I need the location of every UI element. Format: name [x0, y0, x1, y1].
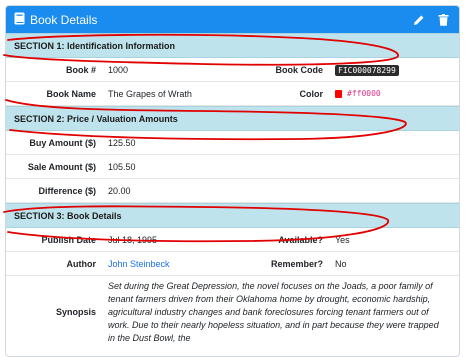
- row-sale-amount: Sale Amount ($) 105.50: [6, 155, 459, 179]
- row-book-number: Book # 1000 Book Code FIC000078299: [6, 58, 459, 82]
- row-publish-date: Publish Date Jul 18, 1995 Available? Yes: [6, 228, 459, 252]
- row-difference: Difference ($) 20.00: [6, 179, 459, 203]
- difference-value: 20.00: [108, 185, 131, 196]
- difference-label: Difference ($): [38, 185, 96, 196]
- book-icon: [14, 12, 25, 27]
- sale-amount-label: Sale Amount ($): [27, 161, 96, 172]
- author-link[interactable]: John Steinbeck: [108, 259, 170, 269]
- available-label: Available?: [278, 234, 323, 245]
- book-details-card: Book Details SECTION 1: Identification I…: [5, 5, 460, 357]
- synopsis-text: Set during the Great Depression, the nov…: [108, 281, 439, 343]
- section-price: SECTION 2: Price / Valuation Amounts: [6, 106, 459, 131]
- book-number-label: Book #: [65, 64, 96, 75]
- available-value: Yes: [335, 234, 350, 245]
- book-code-label: Book Code: [275, 64, 323, 75]
- trash-icon[interactable]: [435, 12, 451, 28]
- pencil-icon[interactable]: [411, 12, 427, 28]
- buy-amount-value: 125.50: [108, 137, 136, 148]
- section-book-details: SECTION 3: Book Details: [6, 203, 459, 228]
- row-book-name: Book Name The Grapes of Wrath Color #ff0…: [6, 82, 459, 106]
- book-name-value: The Grapes of Wrath: [108, 88, 192, 99]
- buy-amount-label: Buy Amount ($): [29, 137, 96, 148]
- section-identification: SECTION 1: Identification Information: [6, 33, 459, 58]
- color-value: #ff0000: [347, 89, 381, 99]
- publish-date-value: Jul 18, 1995: [108, 234, 158, 245]
- card-title: Book Details: [30, 12, 98, 27]
- color-label: Color: [299, 88, 324, 99]
- publish-date-label: Publish Date: [41, 234, 96, 245]
- remember-label: Remember?: [270, 258, 323, 269]
- remember-value: No: [335, 258, 347, 269]
- book-name-label: Book Name: [46, 88, 96, 99]
- book-code-value: FIC000078299: [335, 64, 399, 76]
- row-synopsis: Synopsis Set during the Great Depression…: [6, 276, 459, 348]
- author-label: Author: [66, 258, 97, 269]
- card-header: Book Details: [6, 6, 459, 33]
- row-buy-amount: Buy Amount ($) 125.50: [6, 131, 459, 155]
- row-author: Author John Steinbeck Remember? No: [6, 252, 459, 276]
- book-number-value: 1000: [108, 64, 129, 75]
- synopsis-label: Synopsis: [55, 307, 96, 317]
- color-swatch: [335, 90, 342, 99]
- sale-amount-value: 105.50: [108, 161, 136, 172]
